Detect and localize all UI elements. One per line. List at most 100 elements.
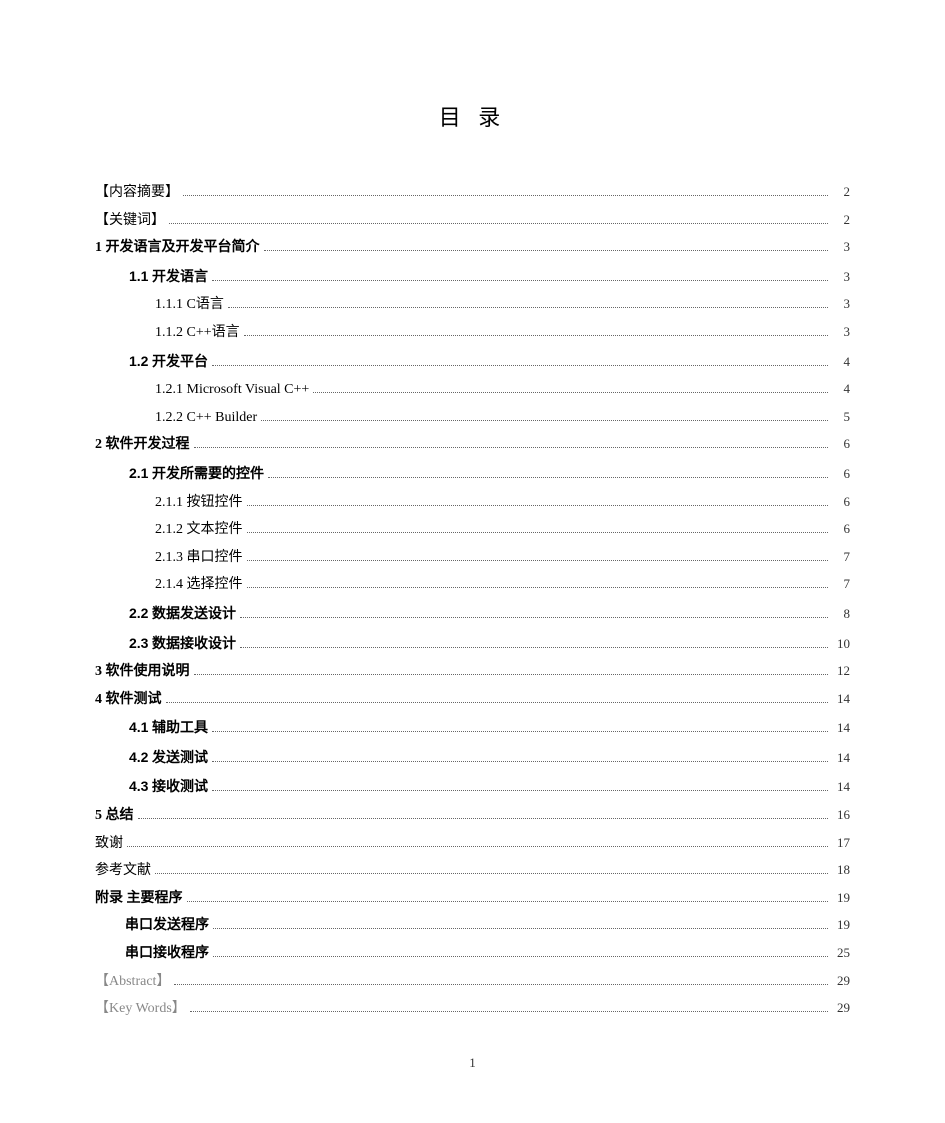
toc-list: 【内容摘要】2【关键词】21 开发语言及开发平台简介31.1 开发语言31.1.…: [95, 180, 850, 1023]
toc-entry-page: 17: [832, 831, 850, 856]
toc-row: 2 软件开发过程 6: [95, 432, 850, 459]
toc-row: 1.2.1 Microsoft Visual C++ 4: [155, 377, 850, 404]
toc-entry-page: 3: [832, 320, 850, 345]
toc-entry-label: 2.1.2 文本控件: [155, 517, 243, 544]
toc-entry-label: 1.2.2 C++ Builder: [155, 405, 257, 432]
toc-entry-number: 1: [95, 240, 102, 255]
toc-entry-page: 3: [832, 265, 850, 290]
toc-leader-dots: [247, 505, 829, 506]
toc-entry-label: 1.2 开发平台: [129, 348, 208, 377]
toc-row: 附录 主要程序19: [95, 886, 850, 913]
toc-entry-label: 串口发送程序: [125, 913, 209, 940]
toc-leader-dots: [127, 846, 828, 847]
toc-entry-page: 8: [832, 602, 850, 627]
page-number: 1: [0, 1055, 945, 1071]
toc-leader-dots: [155, 873, 828, 874]
toc-entry-page: 14: [832, 775, 850, 800]
toc-row: 4.2 发送测试14: [129, 744, 850, 773]
toc-entry-text: 数据接收设计: [152, 637, 236, 652]
toc-entry-page: 4: [832, 377, 850, 402]
toc-leader-dots: [190, 1011, 828, 1012]
toc-entry-label: 【Abstract】: [95, 969, 170, 996]
toc-entry-page: 2: [832, 208, 850, 233]
toc-entry-number: 2.2: [129, 605, 148, 621]
toc-entry-label: 2.1.1 按钮控件: [155, 490, 243, 517]
toc-entry-label: 1.2.1 Microsoft Visual C++: [155, 377, 309, 404]
toc-entry-text: 软件开发过程: [106, 437, 190, 452]
toc-row: 1.1.2 C++语言3: [155, 320, 850, 347]
toc-entry-text: 接收测试: [152, 780, 208, 795]
toc-entry-number: 2.1.2: [155, 522, 183, 537]
toc-leader-dots: [138, 818, 829, 819]
toc-entry-page: 6: [832, 517, 850, 542]
toc-row: 4.1 辅助工具14: [129, 714, 850, 743]
toc-leader-dots: [194, 447, 829, 448]
toc-row: 2.2 数据发送设计8: [129, 600, 850, 629]
toc-leader-dots: [247, 532, 829, 533]
toc-leader-dots: [261, 420, 828, 421]
toc-entry-text: 选择控件: [187, 577, 243, 592]
toc-entry-page: 10: [832, 632, 850, 657]
toc-leader-dots: [166, 702, 829, 703]
toc-entry-label: 2 软件开发过程: [95, 432, 190, 459]
toc-row: 4.3 接收测试14: [129, 773, 850, 802]
toc-entry-page: 29: [832, 996, 850, 1021]
toc-entry-number: 1.2.1: [155, 382, 183, 397]
toc-entry-number: 2.1.4: [155, 577, 183, 592]
toc-row: 1.2.2 C++ Builder 5: [155, 405, 850, 432]
toc-leader-dots: [183, 195, 828, 196]
toc-entry-page: 6: [832, 490, 850, 515]
toc-entry-page: 7: [832, 572, 850, 597]
toc-row: 【Key Words】29: [95, 996, 850, 1023]
toc-entry-text: C语言: [187, 297, 224, 312]
toc-entry-label: 5 总结: [95, 803, 134, 830]
toc-row: 【关键词】 2: [95, 208, 850, 235]
toc-row: 2.3 数据接收设计 10: [129, 630, 850, 659]
toc-row: 4 软件测试14: [95, 687, 850, 714]
toc-row: 致谢 17: [95, 831, 850, 858]
toc-row: 2.1.3 串口控件 7: [155, 545, 850, 572]
toc-row: 【Abstract】29: [95, 969, 850, 996]
toc-entry-number: 2.1.3: [155, 550, 183, 565]
toc-entry-page: 5: [832, 405, 850, 430]
toc-entry-page: 7: [832, 545, 850, 570]
toc-entry-page: 2: [832, 180, 850, 205]
toc-entry-text: 【关键词】: [95, 213, 165, 228]
toc-row: 参考文献18: [95, 858, 850, 885]
toc-leader-dots: [212, 761, 828, 762]
toc-entry-number: 2.1: [129, 465, 148, 481]
toc-entry-page: 6: [832, 432, 850, 457]
toc-leader-dots: [187, 901, 829, 902]
toc-entry-label: 2.3 数据接收设计: [129, 630, 236, 659]
toc-entry-text: 开发所需要的控件: [152, 467, 264, 482]
toc-row: 1 开发语言及开发平台简介3: [95, 235, 850, 262]
toc-entry-text: 【内容摘要】: [95, 185, 179, 200]
toc-entry-label: 【内容摘要】: [95, 180, 179, 207]
toc-leader-dots: [212, 365, 828, 366]
toc-entry-text: 串口控件: [187, 550, 243, 565]
toc-entry-text: 开发语言: [152, 270, 208, 285]
toc-entry-page: 19: [832, 886, 850, 911]
toc-leader-dots: [213, 956, 828, 957]
document-page: 目 录 【内容摘要】2【关键词】21 开发语言及开发平台简介31.1 开发语言3…: [0, 0, 945, 1023]
toc-leader-dots: [313, 392, 828, 393]
toc-entry-page: 3: [832, 235, 850, 260]
toc-entry-page: 6: [832, 462, 850, 487]
toc-entry-label: 致谢: [95, 831, 123, 858]
toc-entry-label: 串口接收程序: [125, 941, 209, 968]
toc-entry-number: 5: [95, 808, 102, 823]
toc-entry-label: 4.2 发送测试: [129, 744, 208, 773]
toc-entry-page: 14: [832, 687, 850, 712]
toc-entry-text: 辅助工具: [152, 721, 208, 736]
toc-leader-dots: [247, 587, 829, 588]
toc-row: 串口发送程序19: [125, 913, 850, 940]
toc-entry-label: 2.1.3 串口控件: [155, 545, 243, 572]
toc-leader-dots: [264, 250, 829, 251]
toc-entry-label: 2.1 开发所需要的控件: [129, 460, 264, 489]
toc-entry-label: 1.1 开发语言: [129, 263, 208, 292]
toc-entry-text: 按钮控件: [187, 495, 243, 510]
toc-entry-label: 3 软件使用说明: [95, 659, 190, 686]
toc-entry-number: 4.1: [129, 719, 148, 735]
toc-leader-dots: [268, 477, 828, 478]
toc-entry-number: 4.2: [129, 749, 148, 765]
